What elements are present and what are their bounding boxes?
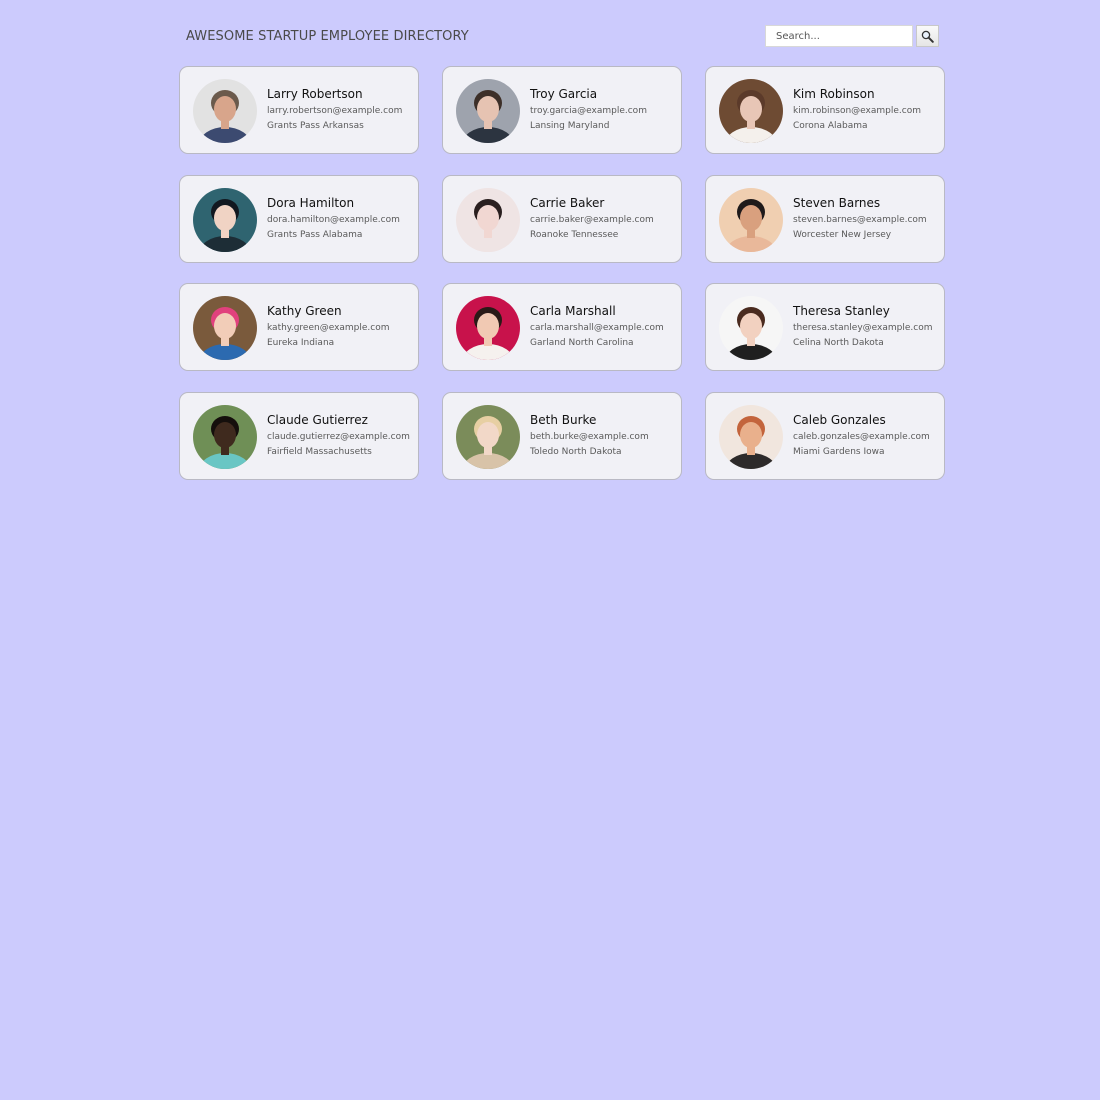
avatar-photo xyxy=(456,404,520,469)
employee-card[interactable]: Theresa Stanley theresa.stanley@example.c… xyxy=(705,283,945,371)
avatar-photo xyxy=(456,296,520,360)
employee-email: beth.burke@example.com xyxy=(530,431,649,442)
employee-card[interactable]: Larry Robertson larry.robertson@example.c… xyxy=(179,66,419,154)
employee-email: caleb.gonzales@example.com xyxy=(793,431,930,442)
employee-location: Garland North Carolina xyxy=(530,338,634,348)
employee-grid: Larry Robertson larry.robertson@example.c… xyxy=(179,66,945,480)
employee-location: Toledo North Dakota xyxy=(530,446,622,457)
employee-name: Beth Burke xyxy=(530,412,597,427)
employee-location: Miami Gardens Iowa xyxy=(793,446,885,457)
employee-location: Grants Pass Arkansas xyxy=(267,121,364,131)
employee-name: Caleb Gonzales xyxy=(793,412,886,427)
employee-name: Carla Marshall xyxy=(530,304,616,318)
employee-card[interactable]: Kathy Green kathy.green@example.com Eureka… xyxy=(179,283,419,371)
avatar-photo xyxy=(719,404,783,469)
employee-avatar xyxy=(456,79,520,143)
avatar-photo xyxy=(456,187,520,252)
employee-location: Roanoke Tennessee xyxy=(530,229,619,240)
employee-avatar xyxy=(193,79,257,143)
employee-info: Steven Barnes steven.barnes@example.com Wo… xyxy=(793,195,938,241)
employee-card[interactable]: Caleb Gonzales caleb.gonzales@example.com… xyxy=(705,391,945,480)
employee-avatar xyxy=(456,187,520,252)
employee-avatar xyxy=(193,296,257,360)
employee-email: kathy.green@example.com xyxy=(267,323,390,333)
employee-name: Claude Gutierrez xyxy=(267,412,368,427)
employee-location: Lansing Maryland xyxy=(530,121,610,131)
employee-card[interactable]: Carrie Baker carrie.baker@example.com Roan… xyxy=(442,174,682,263)
employee-location: Grants Pass Alabama xyxy=(267,229,363,240)
employee-avatar xyxy=(719,404,783,469)
employee-info: Beth Burke beth.burke@example.com Toledo N… xyxy=(530,412,675,458)
search-form xyxy=(765,25,939,47)
employee-avatar xyxy=(193,404,257,469)
header: AWESOME STARTUP EMPLOYEE DIRECTORY xyxy=(186,25,939,48)
employee-email: troy.garcia@example.com xyxy=(530,106,647,116)
employee-name: Larry Robertson xyxy=(267,87,363,101)
avatar-photo xyxy=(456,79,520,143)
employee-location: Fairfield Massachusetts xyxy=(267,446,372,457)
employee-info: Carrie Baker carrie.baker@example.com Roan… xyxy=(530,195,675,241)
employee-info: Larry Robertson larry.robertson@example.c… xyxy=(267,86,412,132)
employee-email: claude.gutierrez@example.com xyxy=(267,431,410,442)
avatar-photo xyxy=(193,79,257,143)
magnifier-icon xyxy=(921,30,934,43)
employee-location: Eureka Indiana xyxy=(267,338,335,348)
employee-name: Theresa Stanley xyxy=(793,304,890,318)
search-button[interactable] xyxy=(916,25,939,47)
employee-email: steven.barnes@example.com xyxy=(793,214,927,225)
employee-info: Kim Robinson kim.robinson@example.com Coro… xyxy=(793,86,938,132)
employee-info: Caleb Gonzales caleb.gonzales@example.com… xyxy=(793,412,938,458)
employee-info: Kathy Green kathy.green@example.com Eureka… xyxy=(267,303,412,349)
avatar-photo xyxy=(719,296,783,360)
employee-info: Claude Gutierrez claude.gutierrez@example… xyxy=(267,412,412,458)
employee-avatar xyxy=(719,187,783,252)
search-input[interactable] xyxy=(765,25,913,47)
employee-info: Theresa Stanley theresa.stanley@example.c… xyxy=(793,303,938,349)
employee-card[interactable]: Beth Burke beth.burke@example.com Toledo N… xyxy=(442,391,682,480)
employee-card[interactable]: Steven Barnes steven.barnes@example.com Wo… xyxy=(705,174,945,263)
employee-avatar xyxy=(456,404,520,469)
employee-avatar xyxy=(719,296,783,360)
employee-info: Troy Garcia troy.garcia@example.com Lansin… xyxy=(530,86,675,132)
employee-email: dora.hamilton@example.com xyxy=(267,214,400,225)
page-title: AWESOME STARTUP EMPLOYEE DIRECTORY xyxy=(186,29,469,44)
employee-info: Dora Hamilton dora.hamilton@example.com Gr… xyxy=(267,195,412,241)
employee-location: Celina North Dakota xyxy=(793,338,884,348)
employee-avatar xyxy=(719,79,783,143)
avatar-photo xyxy=(719,79,783,143)
employee-avatar xyxy=(193,187,257,252)
employee-name: Kim Robinson xyxy=(793,87,875,101)
employee-avatar xyxy=(456,296,520,360)
employee-name: Troy Garcia xyxy=(530,87,598,101)
employee-card[interactable]: Dora Hamilton dora.hamilton@example.com Gr… xyxy=(179,174,419,263)
employee-email: carrie.baker@example.com xyxy=(530,214,654,225)
employee-name: Kathy Green xyxy=(267,304,342,318)
employee-email: larry.robertson@example.com xyxy=(267,106,403,116)
employee-card[interactable]: Claude Gutierrez claude.gutierrez@example… xyxy=(179,391,419,480)
employee-card[interactable]: Carla Marshall carla.marshall@example.com… xyxy=(442,283,682,371)
employee-directory-page: AWESOME STARTUP EMPLOYEE DIRECTORY Larry… xyxy=(0,0,1100,1100)
avatar-photo xyxy=(193,296,257,360)
avatar-photo xyxy=(193,404,257,469)
avatar-photo xyxy=(719,187,783,252)
employee-card[interactable]: Kim Robinson kim.robinson@example.com Coro… xyxy=(705,66,945,154)
employee-email: theresa.stanley@example.com xyxy=(793,323,933,333)
employee-name: Carrie Baker xyxy=(530,195,605,210)
employee-email: carla.marshall@example.com xyxy=(530,323,664,333)
employee-info: Carla Marshall carla.marshall@example.com… xyxy=(530,303,675,349)
employee-location: Worcester New Jersey xyxy=(793,229,892,240)
avatar-photo xyxy=(193,187,257,252)
employee-card[interactable]: Troy Garcia troy.garcia@example.com Lansin… xyxy=(442,66,682,154)
employee-name: Steven Barnes xyxy=(793,195,881,210)
employee-name: Dora Hamilton xyxy=(267,195,355,210)
employee-location: Corona Alabama xyxy=(793,121,868,131)
employee-email: kim.robinson@example.com xyxy=(793,106,921,116)
